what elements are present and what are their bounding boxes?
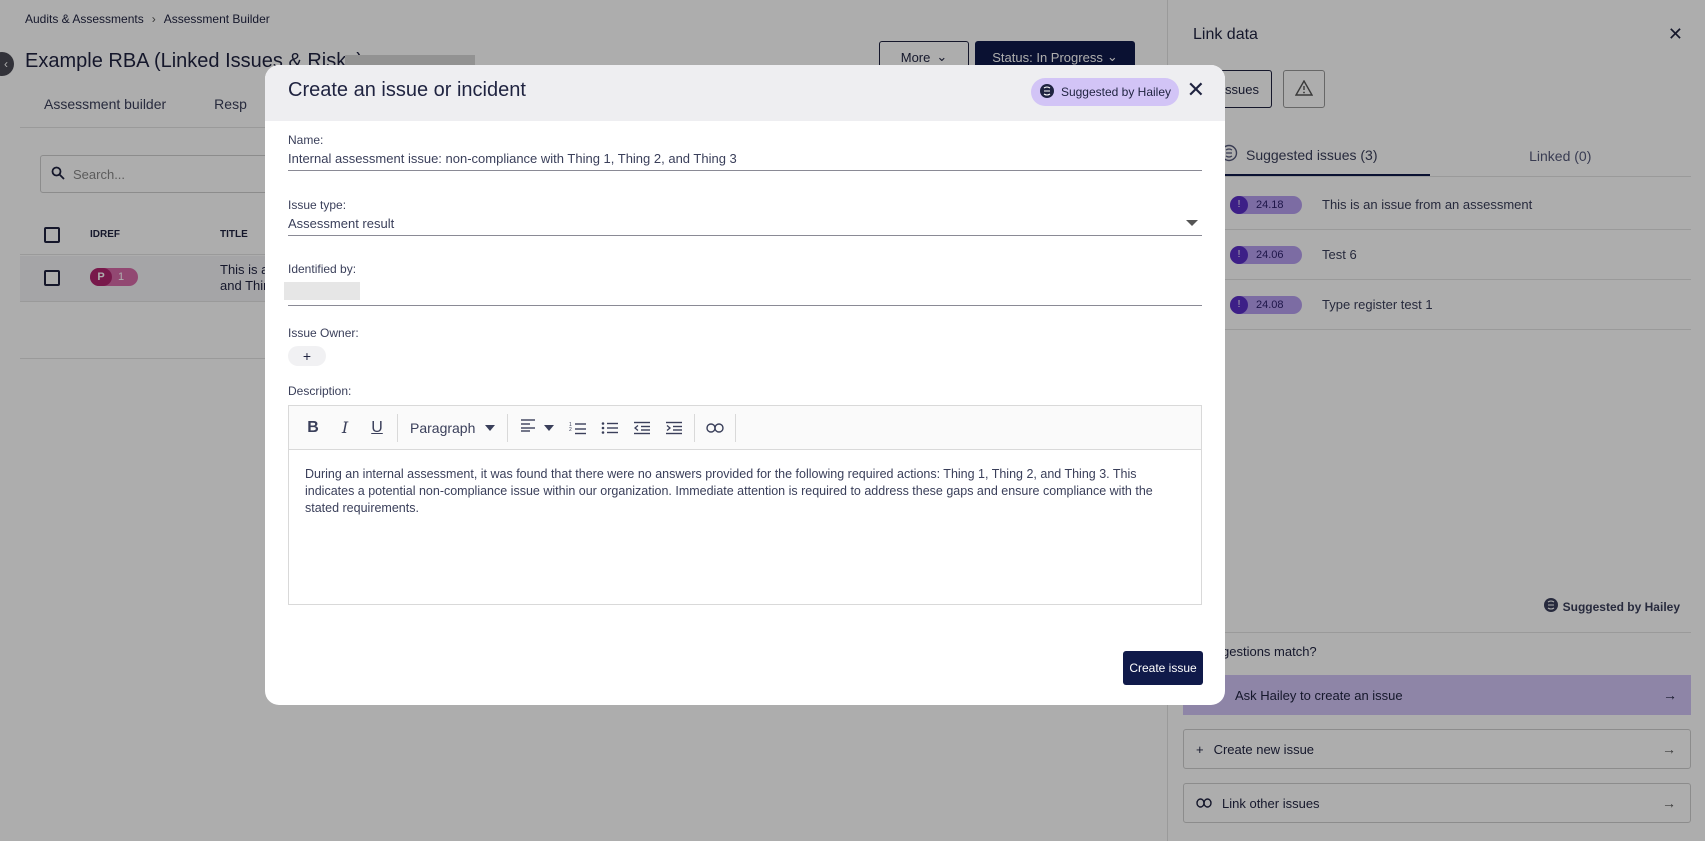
paragraph-label: Paragraph	[410, 419, 476, 436]
toolbar-divider	[507, 413, 509, 442]
chevron-down-icon	[1186, 220, 1198, 226]
toolbar-divider	[694, 413, 696, 442]
issue-type-field: Issue type: Assessment result	[288, 198, 1202, 236]
align-left-icon	[520, 418, 536, 437]
align-dropdown[interactable]	[512, 414, 562, 442]
paragraph-format-dropdown[interactable]: Paragraph	[402, 414, 503, 442]
caret-down-icon	[485, 424, 496, 431]
issue-owner-field: Issue Owner: +	[288, 326, 1202, 366]
close-icon[interactable]: ✕	[1187, 77, 1205, 103]
indent-icon[interactable]	[658, 414, 690, 442]
identified-by-chip	[284, 282, 360, 300]
brain-icon	[1039, 83, 1055, 102]
toolbar-divider	[735, 413, 737, 442]
issue-type-label: Issue type:	[288, 198, 347, 212]
outdent-icon[interactable]	[626, 414, 658, 442]
name-label: Name:	[288, 133, 324, 147]
issue-type-select[interactable]: Assessment result	[288, 212, 1202, 236]
underline-button[interactable]: U	[361, 414, 393, 442]
caret-down-icon	[544, 424, 555, 431]
issue-owner-label: Issue Owner:	[288, 326, 359, 340]
editor-toolbar: B I U Paragraph 12	[289, 406, 1201, 450]
svg-text:2: 2	[569, 427, 572, 433]
identified-by-label: Identified by:	[288, 262, 357, 276]
description-field: Description:	[288, 384, 1202, 398]
link-icon[interactable]	[699, 414, 731, 442]
description-editor: B I U Paragraph 12 During an internal as…	[288, 405, 1202, 605]
name-field: Name: Internal assessment issue: non-com…	[288, 133, 1202, 171]
suggested-by-hailey-pill: Suggested by Hailey	[1031, 78, 1179, 106]
add-owner-button[interactable]: +	[288, 346, 326, 366]
name-input[interactable]: Internal assessment issue: non-complianc…	[288, 147, 1202, 171]
description-label: Description:	[288, 384, 352, 398]
modal-title: Create an issue or incident	[288, 79, 526, 101]
toolbar-divider	[397, 413, 398, 442]
numbered-list-icon[interactable]: 12	[562, 414, 594, 442]
italic-button[interactable]: I	[329, 414, 361, 442]
create-issue-button[interactable]: Create issue	[1123, 651, 1203, 685]
bold-button[interactable]: B	[297, 414, 329, 442]
create-issue-modal: Create an issue or incident Suggested by…	[265, 65, 1225, 705]
modal-header: Create an issue or incident Suggested by…	[265, 65, 1225, 121]
identified-by-field: Identified by:	[284, 262, 1202, 306]
identified-by-input[interactable]	[284, 276, 1202, 306]
description-textarea[interactable]: During an internal assessment, it was fo…	[289, 450, 1201, 533]
bulleted-list-icon[interactable]	[594, 414, 626, 442]
hailey-pill-label: Suggested by Hailey	[1060, 85, 1172, 99]
